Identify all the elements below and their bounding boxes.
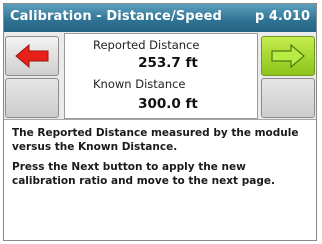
page-number: p 4.010 <box>255 9 310 24</box>
reported-distance-value: 253.7 ft <box>138 55 198 71</box>
reported-distance-label: Reported Distance <box>93 38 200 52</box>
control-area: Reported Distance 253.7 ft Known Distanc… <box>4 32 316 120</box>
back-button[interactable] <box>5 36 59 76</box>
device-screen: Calibration - Distance/Speed p 4.010 Rep… <box>3 3 317 241</box>
right-arrow-icon <box>271 44 305 68</box>
left-arrow-icon <box>15 44 49 68</box>
value-panel: Reported Distance 253.7 ft Known Distanc… <box>64 33 258 119</box>
right-soft-button[interactable] <box>261 78 315 118</box>
description-text-1: The Reported Distance measured by the mo… <box>12 127 299 153</box>
description-panel: The Reported Distance measured by the mo… <box>4 120 316 240</box>
description-text-2: Press the Next button to apply the new c… <box>12 161 275 187</box>
title-bar: Calibration - Distance/Speed p 4.010 <box>4 4 316 32</box>
left-soft-button[interactable] <box>5 78 59 118</box>
next-button[interactable] <box>261 36 315 76</box>
page-title: Calibration - Distance/Speed <box>10 9 222 24</box>
known-distance-label: Known Distance <box>93 77 186 91</box>
known-distance-value: 300.0 ft <box>138 96 198 112</box>
